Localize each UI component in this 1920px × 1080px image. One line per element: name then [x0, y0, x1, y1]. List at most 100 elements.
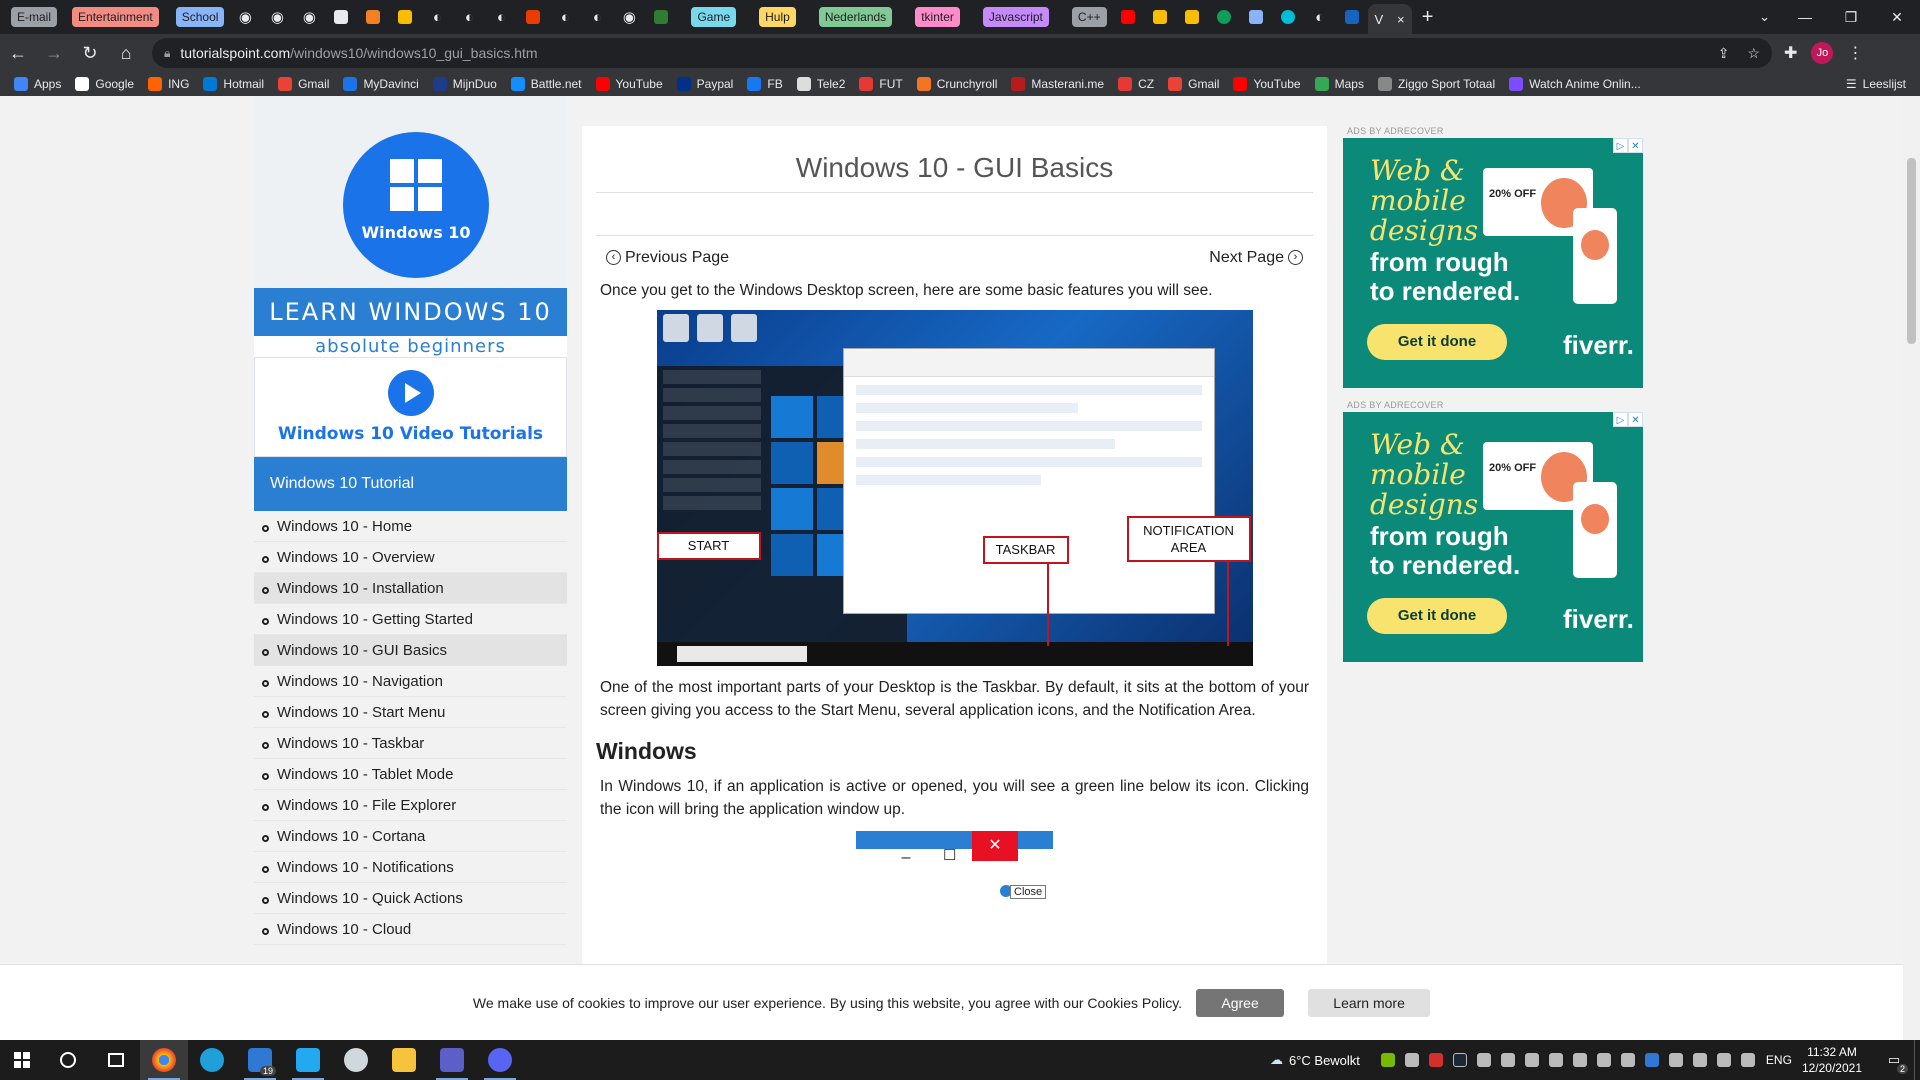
globe-tab-icon[interactable]: ◐	[1304, 0, 1336, 34]
forward-arrow-icon[interactable]: →	[36, 35, 72, 71]
agree-button[interactable]: Agree	[1196, 988, 1285, 1017]
close-window-icon[interactable]: ✕	[1874, 0, 1920, 34]
wifi-tray-icon[interactable]	[1692, 1053, 1707, 1067]
windows10-logo-banner[interactable]: Windows 10	[254, 96, 567, 288]
bookmark-cz[interactable]: CZ	[1118, 77, 1154, 91]
youtube-tab-icon[interactable]	[1112, 0, 1144, 34]
cortana-search-icon[interactable]	[44, 1040, 92, 1080]
previous-page-link[interactable]: ‹ Previous Page	[602, 249, 729, 267]
ad-info-icon[interactable]: ▷	[1613, 412, 1628, 427]
minimize-icon[interactable]: —	[1782, 0, 1828, 34]
windows-start-icon[interactable]	[0, 1040, 44, 1080]
tab-group-nederlands[interactable]: Nederlands	[818, 7, 893, 27]
bookmark-google[interactable]: Google	[75, 77, 134, 91]
edge-taskbar-icon[interactable]	[188, 1040, 236, 1080]
back-arrow-icon[interactable]: ←	[0, 35, 36, 71]
reading-list-button[interactable]: ☰ Leeslijst	[1846, 72, 1906, 96]
nav-item-file-explorer[interactable]: Windows 10 - File Explorer	[254, 790, 567, 821]
nav-item-notifications[interactable]: Windows 10 - Notifications	[254, 852, 567, 883]
grid-tab-icon[interactable]	[1176, 0, 1208, 34]
tray-icon[interactable]	[1500, 1053, 1515, 1067]
bookmark-ziggo-sport-totaal[interactable]: Ziggo Sport Totaal	[1377, 77, 1495, 91]
action-center-icon[interactable]: ▭ 2	[1874, 1040, 1914, 1080]
ad-cta-button[interactable]: Get it done	[1367, 324, 1507, 360]
tab-group-tkinter[interactable]: tkinter	[915, 7, 960, 27]
chrome-menu-icon[interactable]: ⋮	[1847, 43, 1863, 63]
learn-more-button[interactable]: Learn more	[1308, 988, 1431, 1017]
ad-cta-button[interactable]: Get it done	[1367, 598, 1507, 634]
bookmark-battle-net[interactable]: Battle.net	[510, 77, 582, 91]
profile-avatar[interactable]: Jo	[1811, 42, 1834, 64]
antivirus-tray-icon[interactable]	[1428, 1053, 1443, 1067]
tray-icon[interactable]	[1596, 1053, 1611, 1067]
bookmark-hotmail[interactable]: Hotmail	[203, 77, 264, 91]
steam-tray-icon[interactable]	[1452, 1053, 1467, 1067]
fiverr-ad[interactable]: ▷ ✕ Web & mobile designs 20% OFF from rough…	[1343, 412, 1643, 662]
app-taskbar-icon[interactable]	[332, 1040, 380, 1080]
tray-icon[interactable]	[1620, 1053, 1635, 1067]
bookmark-maps[interactable]: Maps	[1314, 77, 1364, 91]
tab-group-email[interactable]: E-mail	[11, 7, 58, 27]
battery-tray-icon[interactable]	[1668, 1053, 1683, 1067]
share-icon[interactable]: ⇪	[1718, 45, 1730, 62]
github-tab-icon[interactable]: ◉	[261, 0, 293, 34]
office-tab-icon[interactable]	[517, 0, 549, 34]
chrome-taskbar-icon[interactable]	[140, 1040, 188, 1080]
bookmark-gmail[interactable]: Gmail	[1168, 77, 1219, 91]
bookmark-gmail[interactable]: Gmail	[278, 77, 329, 91]
tab-group-javascript[interactable]: Javascript	[982, 7, 1049, 27]
fiverr-ad[interactable]: ▷ ✕ Web & mobile designs 20% OFF from rough…	[1343, 138, 1643, 388]
bookmark-youtube[interactable]: YouTube	[1233, 77, 1301, 91]
tab-group-entertainment[interactable]: Entertainment	[72, 7, 159, 27]
nav-item-gui-basics[interactable]: Windows 10 - GUI Basics	[254, 635, 567, 666]
bookmark-fut[interactable]: FUT	[859, 77, 903, 91]
infinity-tab-icon[interactable]	[1272, 0, 1304, 34]
globe-tab-icon[interactable]: ◐	[421, 0, 453, 34]
address-bar[interactable]: 🔒︎ tutorialspoint.com/windows10/windows1…	[152, 38, 1772, 68]
tab-group-school[interactable]: School	[175, 7, 225, 27]
home-icon[interactable]: ⌂	[108, 35, 144, 71]
nav-item-installation[interactable]: Windows 10 - Installation	[254, 573, 567, 604]
bluetooth-tray-icon[interactable]	[1644, 1053, 1659, 1067]
nav-item-home[interactable]: Windows 10 - Home	[254, 511, 567, 542]
ad-close-icon[interactable]: ✕	[1628, 138, 1643, 153]
bookmark-watch-anime-onlin[interactable]: Watch Anime Onlin...	[1509, 77, 1641, 91]
nav-item-getting-started[interactable]: Windows 10 - Getting Started	[254, 604, 567, 635]
bookmark-paypal[interactable]: Paypal	[676, 77, 733, 91]
show-desktop-button[interactable]	[1914, 1040, 1920, 1080]
grid-tab-icon[interactable]	[1144, 0, 1176, 34]
bookmark-mijnduo[interactable]: MijnDuo	[432, 77, 497, 91]
nav-item-tablet-mode[interactable]: Windows 10 - Tablet Mode	[254, 759, 567, 790]
w-tab-icon[interactable]	[645, 0, 677, 34]
bookmark-apps[interactable]: Apps	[14, 77, 61, 91]
bookmark-youtube[interactable]: YouTube	[595, 77, 663, 91]
language-indicator[interactable]: ENG	[1766, 1053, 1792, 1067]
scrollbar-thumb[interactable]	[1907, 158, 1916, 344]
nvidia-tray-icon[interactable]	[1380, 1053, 1395, 1067]
tray-icon[interactable]	[1524, 1053, 1539, 1067]
new-tab-icon[interactable]: +	[1412, 6, 1444, 29]
onedrive-tray-icon[interactable]	[1572, 1053, 1587, 1067]
teams-taskbar-icon[interactable]	[428, 1040, 476, 1080]
vscode-taskbar-icon[interactable]	[284, 1040, 332, 1080]
system-clock[interactable]: 11:32 AM 12/20/2021	[1802, 1044, 1862, 1076]
edge-tab-icon[interactable]	[1208, 0, 1240, 34]
nav-item-overview[interactable]: Windows 10 - Overview	[254, 542, 567, 573]
github-tab-icon[interactable]: ◉	[229, 0, 261, 34]
weather-label[interactable]: 6°C Bewolkt	[1289, 1053, 1360, 1068]
nav-item-quick-actions[interactable]: Windows 10 - Quick Actions	[254, 883, 567, 914]
cloud-weather-icon[interactable]: ☁	[1270, 1052, 1283, 1068]
ad-close-icon[interactable]: ✕	[1628, 412, 1643, 427]
discord-taskbar-icon[interactable]	[476, 1040, 524, 1080]
task-view-icon[interactable]	[92, 1040, 140, 1080]
tab-group-hulp[interactable]: Hulp	[759, 7, 796, 27]
file-explorer-taskbar-icon[interactable]	[380, 1040, 428, 1080]
reload-icon[interactable]: ↻	[72, 35, 108, 71]
ad-info-icon[interactable]: ▷	[1613, 138, 1628, 153]
globe-tab-icon[interactable]: ◐	[453, 0, 485, 34]
globe-tab-icon[interactable]: ◐	[549, 0, 581, 34]
bookmark-crunchyroll[interactable]: Crunchyroll	[916, 77, 997, 91]
nav-item-cortana[interactable]: Windows 10 - Cortana	[254, 821, 567, 852]
globe-tab-icon[interactable]: ◐	[581, 0, 613, 34]
globe-tab-icon[interactable]: ◐	[485, 0, 517, 34]
